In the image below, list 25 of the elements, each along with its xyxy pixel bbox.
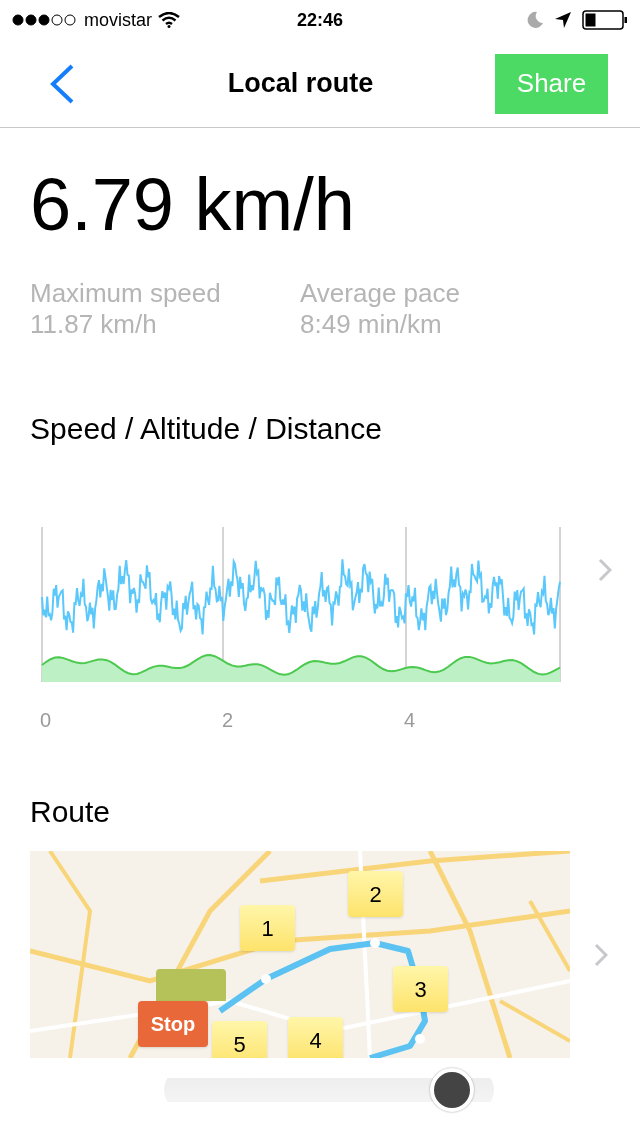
wifi-icon	[158, 12, 180, 28]
battery-icon	[582, 10, 628, 30]
axis-label: 0	[40, 708, 52, 733]
moon-icon	[526, 11, 544, 29]
lap-pin[interactable]: 4	[288, 1017, 343, 1058]
back-icon[interactable]	[48, 62, 76, 105]
location-arrow-icon	[554, 11, 572, 29]
stat-label: Maximum speed	[30, 278, 222, 309]
stat-value: 11.87 km/h	[30, 309, 158, 340]
axis-label: 2	[222, 708, 234, 733]
carrier-name: movistar	[84, 8, 152, 32]
start-pin[interactable]	[156, 969, 226, 1001]
nav-title: Local route	[227, 67, 374, 101]
signal-icon	[12, 14, 78, 26]
section-title: Route	[29, 794, 112, 830]
lap-pin[interactable]: 3	[393, 966, 448, 1012]
stat-value: 8:49 min/km	[300, 309, 443, 340]
status-time: 22:46	[296, 8, 343, 32]
lap-pin[interactable]: 2	[348, 871, 403, 917]
lap-pin[interactable]: 5	[212, 1021, 267, 1058]
lap-pin[interactable]: 1	[240, 905, 295, 951]
section-title: Speed / Altitude / Distance	[30, 411, 383, 447]
axis-label: 4	[404, 708, 416, 733]
stat-label: Average pace	[300, 278, 461, 309]
current-speed: 6.79 km/h	[30, 168, 356, 242]
